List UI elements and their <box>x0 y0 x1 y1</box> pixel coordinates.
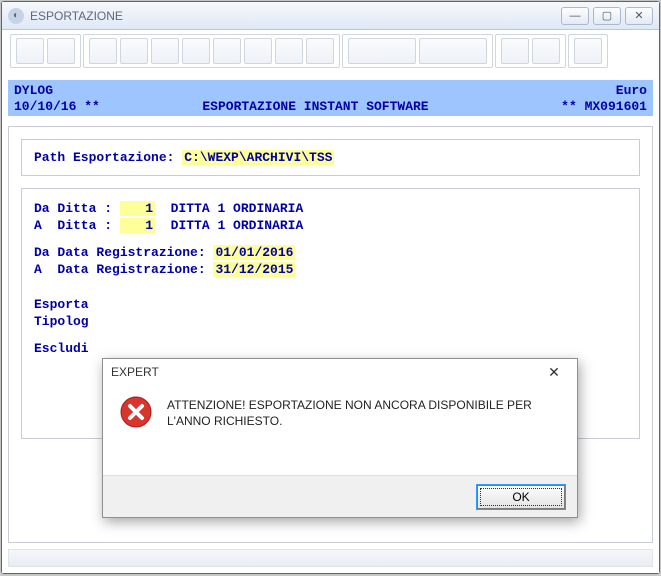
da-ditta-row: Da Ditta : 1 DITTA 1 ORDINARIA <box>34 201 627 216</box>
da-ditta-label: Da Ditta : <box>34 201 120 216</box>
esporta-row: Esporta <box>34 297 627 312</box>
dialog-body: ATTENZIONE! ESPORTAZIONE NON ANCORA DISP… <box>103 385 577 475</box>
toolbar-button[interactable] <box>501 38 529 64</box>
toolbar-button[interactable] <box>151 38 179 64</box>
window-title: ESPORTAZIONE <box>30 9 561 23</box>
da-data-row: Da Data Registrazione: 01/01/2016 <box>34 245 627 260</box>
a-data-row: A Data Registrazione: 31/12/2015 <box>34 262 627 277</box>
a-ditta-row: A Ditta : 1 DITTA 1 ORDINARIA <box>34 218 627 233</box>
window-body: DYLOG Euro 10/10/16 ** ESPORTAZIONE INST… <box>2 30 659 573</box>
titlebar: ◐ ESPORTAZIONE — ▢ ✕ <box>2 2 659 30</box>
a-ditta-label: A Ditta : <box>34 218 120 233</box>
tipolog-row: Tipolog <box>34 314 627 329</box>
toolbar-button[interactable] <box>16 38 44 64</box>
banner-code: ** MX091601 <box>497 99 647 114</box>
window-controls: — ▢ ✕ <box>561 7 653 25</box>
banner-title: ESPORTAZIONE INSTANT SOFTWARE <box>134 99 497 114</box>
close-window-button[interactable]: ✕ <box>625 7 653 25</box>
toolbar-button[interactable] <box>306 38 334 64</box>
toolbar-button[interactable] <box>532 38 560 64</box>
toolbar-group-2 <box>83 34 340 68</box>
toolbar-button[interactable] <box>419 38 487 64</box>
da-ditta-input[interactable]: 1 <box>120 201 155 216</box>
app-icon: ◐ <box>8 8 24 24</box>
path-fieldset: Path Esportazione: C:\WEXP\ARCHIVI\TSS <box>21 139 640 176</box>
toolbar-button[interactable] <box>213 38 241 64</box>
ok-button[interactable]: OK <box>477 485 565 509</box>
toolbar-button[interactable] <box>47 38 75 64</box>
banner-currency: Euro <box>497 83 647 98</box>
da-ditta-name: DITTA 1 ORDINARIA <box>155 201 303 216</box>
da-data-label: Da Data Registrazione: <box>34 245 213 260</box>
toolbar-button[interactable] <box>244 38 272 64</box>
toolbar-button[interactable] <box>348 38 416 64</box>
banner: DYLOG Euro 10/10/16 ** ESPORTAZIONE INST… <box>8 80 653 116</box>
toolbar-button[interactable] <box>89 38 117 64</box>
dialog-title: EXPERT <box>111 365 539 379</box>
a-data-input[interactable]: 31/12/2015 <box>213 262 295 277</box>
banner-company: DYLOG <box>14 83 134 98</box>
a-ditta-input[interactable]: 1 <box>120 218 155 233</box>
path-label: Path Esportazione: <box>34 150 182 165</box>
toolbar-group-4 <box>495 34 566 68</box>
toolbar-group-1 <box>10 34 81 68</box>
da-data-input[interactable]: 01/01/2016 <box>213 245 295 260</box>
a-ditta-name: DITTA 1 ORDINARIA <box>155 218 303 233</box>
dialog-close-button[interactable]: ✕ <box>539 361 569 383</box>
toolbar <box>8 30 653 70</box>
toolbar-group-5 <box>568 34 608 68</box>
dialog-message: ATTENZIONE! ESPORTAZIONE NON ANCORA DISP… <box>167 395 561 465</box>
banner-date: 10/10/16 ** <box>14 99 134 114</box>
toolbar-button[interactable] <box>182 38 210 64</box>
toolbar-group-3 <box>342 34 493 68</box>
toolbar-button[interactable] <box>275 38 303 64</box>
dialog-titlebar: EXPERT ✕ <box>103 359 577 385</box>
path-export-input[interactable]: C:\WEXP\ARCHIVI\TSS <box>182 150 334 165</box>
main-window: ◐ ESPORTAZIONE — ▢ ✕ <box>1 1 660 574</box>
maximize-button[interactable]: ▢ <box>593 7 621 25</box>
error-dialog: EXPERT ✕ ATTENZIONE! ESPORTAZIONE NON AN… <box>102 358 578 518</box>
a-data-label: A Data Registrazione: <box>34 262 213 277</box>
minimize-button[interactable]: — <box>561 7 589 25</box>
toolbar-button[interactable] <box>120 38 148 64</box>
toolbar-button[interactable] <box>574 38 602 64</box>
error-icon <box>119 395 153 429</box>
escludi-row: Escludi <box>34 341 627 356</box>
dialog-footer: OK <box>103 475 577 517</box>
status-bar <box>8 549 653 567</box>
